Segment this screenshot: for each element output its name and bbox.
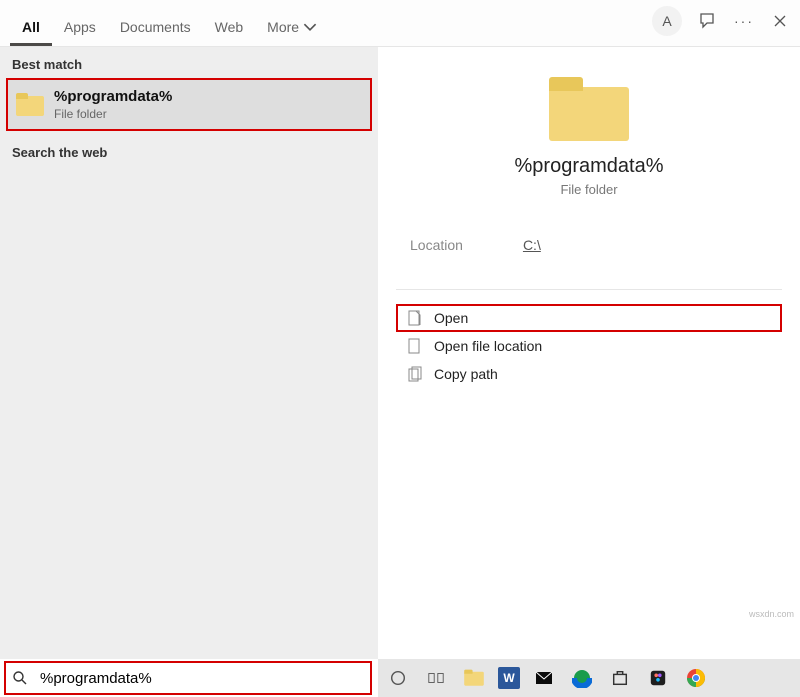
action-open-label: Open [434, 310, 468, 326]
divider [396, 289, 782, 290]
best-match-text: %programdata% File folder [54, 88, 172, 121]
action-open-location-label: Open file location [434, 338, 542, 354]
taskbar: W [378, 659, 800, 697]
preview-title: %programdata% [515, 155, 664, 178]
taskbar-edge-icon[interactable] [568, 664, 596, 692]
action-open-location[interactable]: Open file location [396, 332, 782, 360]
taskbar-cortana-icon[interactable] [384, 664, 412, 692]
open-icon [408, 310, 422, 326]
best-match-header: Best match [0, 47, 378, 78]
best-match-sub: File folder [54, 107, 172, 121]
web-suggestion[interactable] [6, 278, 372, 294]
taskbar-word-icon[interactable]: W [498, 667, 520, 689]
results-pane: Best match %programdata% File folder Sea… [0, 47, 378, 659]
copy-path-icon [408, 366, 422, 382]
folder-icon [16, 93, 44, 117]
tab-more[interactable]: More [255, 9, 329, 46]
watermark: wsxdn.com [749, 609, 794, 619]
web-suggestion[interactable] [6, 262, 372, 278]
close-icon[interactable] [770, 11, 790, 31]
preview-pane: %programdata% File folder Location C:\ O… [378, 47, 800, 659]
preview-header: %programdata% File folder Location C:\ [378, 47, 800, 253]
web-suggestions-list [0, 166, 378, 294]
taskbar-taskview-icon[interactable] [422, 664, 450, 692]
top-bar: All Apps Documents Web More A ··· [0, 0, 800, 46]
preview-sub: File folder [560, 182, 617, 197]
web-suggestion[interactable] [6, 214, 372, 230]
action-copy-path[interactable]: Copy path [396, 360, 782, 388]
location-value[interactable]: C:\ [523, 237, 541, 253]
action-open[interactable]: Open [396, 304, 782, 332]
taskbar-explorer-icon[interactable] [460, 664, 488, 692]
taskbar-store-icon[interactable] [606, 664, 634, 692]
web-suggestion[interactable] [6, 230, 372, 246]
search-web-header: Search the web [0, 135, 378, 166]
best-match-title: %programdata% [54, 88, 172, 105]
location-label: Location [410, 237, 463, 253]
taskbar-figma-icon[interactable] [644, 664, 672, 692]
feedback-icon[interactable] [698, 11, 718, 31]
top-actions: A ··· [652, 6, 790, 36]
preview-meta: Location C:\ [378, 237, 800, 253]
taskbar-chrome-icon[interactable] [682, 664, 710, 692]
chevron-down-icon [303, 20, 317, 34]
search-scope-tabs: All Apps Documents Web More [10, 0, 329, 46]
search-box[interactable] [4, 661, 372, 695]
tab-web[interactable]: Web [203, 9, 256, 46]
tab-all[interactable]: All [10, 9, 52, 46]
content-area: Best match %programdata% File folder Sea… [0, 47, 800, 659]
bottom-row: W [0, 659, 800, 697]
tab-more-label: More [267, 19, 299, 35]
preview-actions: Open Open file location Copy path [378, 289, 800, 388]
tab-apps[interactable]: Apps [52, 9, 108, 46]
taskbar-mail-icon[interactable] [530, 664, 558, 692]
best-match-result[interactable]: %programdata% File folder [6, 78, 372, 131]
web-suggestion[interactable] [6, 198, 372, 214]
action-copy-path-label: Copy path [434, 366, 498, 382]
web-suggestion[interactable] [6, 166, 372, 182]
web-suggestion[interactable] [6, 182, 372, 198]
more-options-icon[interactable]: ··· [734, 11, 754, 31]
account-avatar[interactable]: A [652, 6, 682, 36]
tab-documents[interactable]: Documents [108, 9, 203, 46]
search-input[interactable] [38, 669, 364, 688]
folder-icon [549, 77, 629, 141]
web-suggestion[interactable] [6, 246, 372, 262]
search-icon [12, 670, 28, 686]
open-location-icon [408, 338, 422, 354]
search-box-wrap [0, 659, 378, 697]
